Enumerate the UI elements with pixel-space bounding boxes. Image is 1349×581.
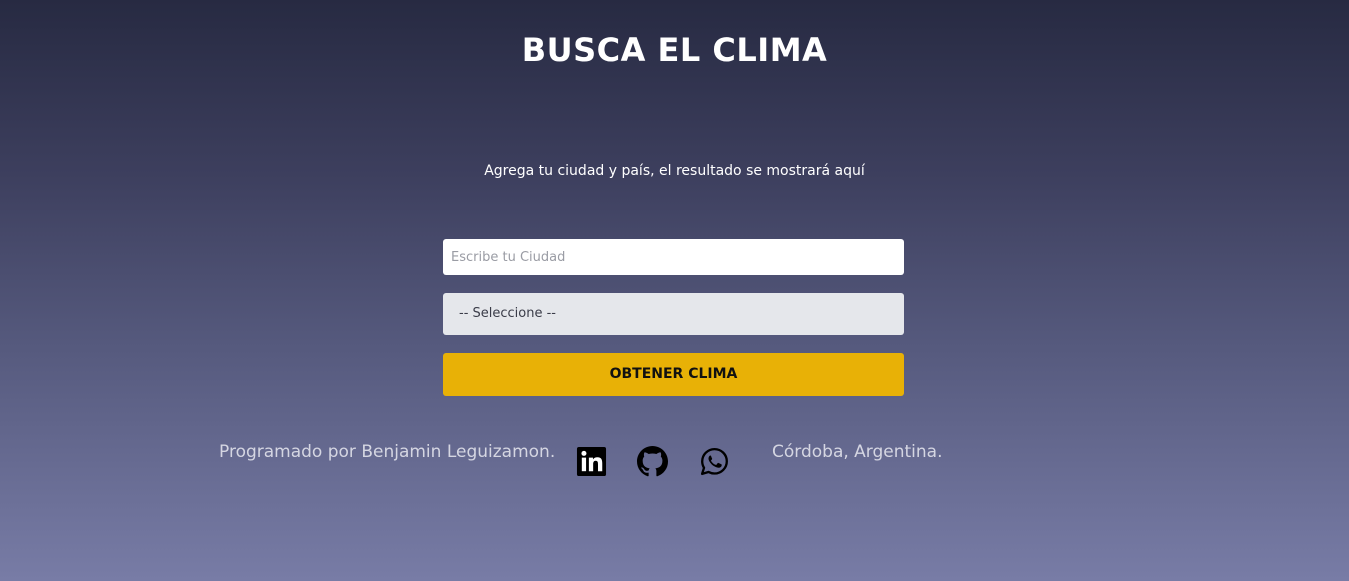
page-title: BUSCA EL CLIMA [521, 31, 828, 69]
whatsapp-link[interactable] [699, 446, 730, 477]
linkedin-link[interactable] [576, 446, 607, 477]
city-input[interactable] [443, 239, 904, 275]
country-select-value: -- Seleccione -- [459, 306, 556, 321]
country-select[interactable]: -- Seleccione -- [443, 293, 904, 335]
linkedin-icon [576, 446, 607, 477]
get-weather-button[interactable]: OBTENER CLIMA [443, 353, 904, 396]
github-link[interactable] [637, 446, 668, 477]
github-icon [637, 446, 668, 477]
result-message: Agrega tu ciudad y país, el resultado se… [484, 163, 865, 179]
whatsapp-icon [700, 447, 728, 476]
location-text: Córdoba, Argentina. [772, 442, 943, 462]
author-credit: Programado por Benjamin Leguizamon. [219, 442, 556, 462]
